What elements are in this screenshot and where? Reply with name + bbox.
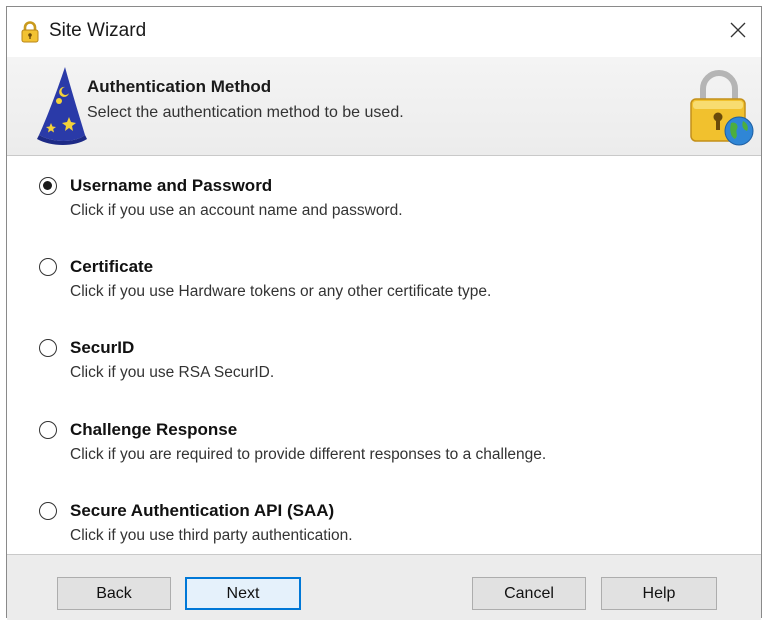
padlock-icon [21,21,39,43]
header-title: Authentication Method [87,77,272,96]
wizard-header: Authentication Method Select the authent… [7,57,761,156]
cancel-button[interactable]: Cancel [472,577,586,610]
site-wizard-dialog: Site Wizard Authentication Method Select… [6,6,762,620]
close-button[interactable] [715,7,761,57]
radio-username-password[interactable] [39,177,57,195]
option-label: Challenge Response [70,420,238,439]
button-bar: Back Next Cancel Help [7,554,761,620]
lock-globe-icon [687,67,757,147]
option-label: Username and Password [70,176,273,195]
auth-method-options: Username and Password Click if you use a… [7,156,761,554]
title-bar: Site Wizard [7,7,761,57]
close-icon [729,21,747,44]
option-description: Click if you use an account name and pas… [70,202,403,219]
option-saa[interactable]: Secure Authentication API (SAA) Click if… [37,495,717,555]
back-button[interactable]: Back [57,577,171,610]
radio-saa[interactable] [39,502,57,520]
header-subtitle: Select the authentication method to be u… [87,104,404,121]
option-label: Secure Authentication API (SAA) [70,501,335,520]
option-description: Click if you use RSA SecurID. [70,364,275,381]
next-button[interactable]: Next [185,577,301,610]
option-securid[interactable]: SecurID Click if you use RSA SecurID. [37,332,717,392]
option-certificate[interactable]: Certificate Click if you use Hardware to… [37,251,717,311]
option-label: Certificate [70,257,154,276]
radio-challenge-response[interactable] [39,421,57,439]
window-title: Site Wizard [49,20,147,41]
wizard-hat-icon [35,65,91,145]
option-description: Click if you are required to provide dif… [70,446,547,463]
option-username-password[interactable]: Username and Password Click if you use a… [37,170,717,230]
help-button[interactable]: Help [601,577,717,610]
radio-securid[interactable] [39,339,57,357]
option-description: Click if you use third party authenticat… [70,527,353,544]
option-label: SecurID [70,338,135,357]
radio-certificate[interactable] [39,258,57,276]
option-challenge-response[interactable]: Challenge Response Click if you are requ… [37,414,717,474]
option-description: Click if you use Hardware tokens or any … [70,283,492,300]
